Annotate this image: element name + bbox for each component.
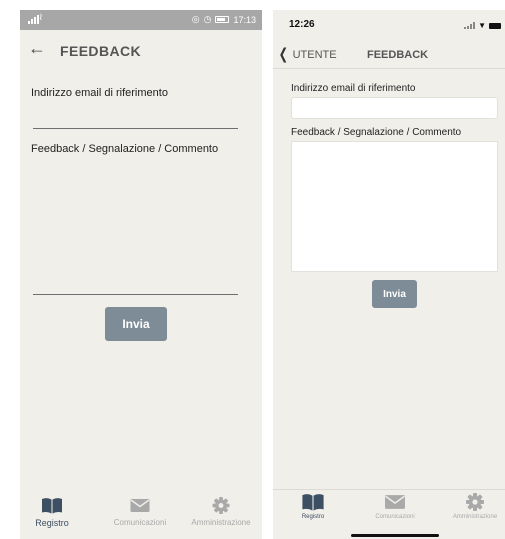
tab-bar: Registro Comunicazioni Amministrazione <box>20 494 262 539</box>
tab-label: Comunicazioni <box>113 518 167 527</box>
signal-icon <box>28 14 39 24</box>
tab-label: Registro <box>35 518 69 528</box>
gear-icon <box>466 493 484 511</box>
home-indicator[interactable] <box>351 534 439 537</box>
back-button[interactable]: ❮ UTENTE <box>277 47 337 62</box>
ios-screen: 12:26 ▼ ❮ UTENTE FEEDBACK Indirizzo emai… <box>273 10 505 539</box>
email-field[interactable] <box>291 97 498 119</box>
battery-icon <box>489 22 501 29</box>
page-title: FEEDBACK <box>60 43 141 59</box>
navigation-bar: ❮ UTENTE FEEDBACK <box>273 41 505 69</box>
feedback-textarea[interactable] <box>33 165 238 295</box>
signal-icon <box>464 22 476 29</box>
tab-label: Amministrazione <box>191 518 251 527</box>
tab-label: Registro <box>301 514 325 520</box>
submit-button[interactable]: Invia <box>372 280 417 308</box>
tab-label: Comunicazioni <box>375 514 415 520</box>
feedback-label: Feedback / Segnalazione / Commento <box>291 127 462 138</box>
email-field[interactable] <box>33 108 238 129</box>
android-screen: ≀ ◎ ◷ 17:13 ← FEEDBACK Indirizzo email d… <box>20 10 262 539</box>
wifi-icon: ▼ <box>478 21 486 30</box>
gear-icon <box>212 497 230 514</box>
book-icon <box>302 494 324 511</box>
tab-registro[interactable]: Registro <box>293 490 333 530</box>
feedback-textarea[interactable] <box>291 141 498 272</box>
wifi-icon: ≀ <box>39 12 43 23</box>
status-time: 17:13 <box>233 14 256 25</box>
email-label: Indirizzo email di riferimento <box>291 83 416 94</box>
ios-status-bar: 12:26 ▼ <box>273 10 505 40</box>
email-label: Indirizzo email di riferimento <box>31 87 168 99</box>
submit-button[interactable]: Invia <box>105 307 167 341</box>
feedback-label: Feedback / Segnalazione / Commento <box>31 143 219 155</box>
tab-amministrazione[interactable]: Amministrazione <box>182 494 260 539</box>
tab-label: Amministrazione <box>452 514 498 520</box>
envelope-icon <box>385 495 405 509</box>
status-time: 12:26 <box>289 19 315 30</box>
vibrate-icon: ◎ <box>191 14 200 24</box>
tab-registro[interactable]: Registro <box>20 494 84 539</box>
book-icon <box>42 498 62 514</box>
tab-comunicazioni[interactable]: Comunicazioni <box>102 494 178 539</box>
tab-bar: Registro Comunicazioni Amministrazione <box>273 489 505 539</box>
android-status-bar: ≀ ◎ ◷ 17:13 <box>20 10 262 30</box>
tab-amministrazione[interactable]: Amministrazione <box>445 490 505 530</box>
app-header: ← FEEDBACK <box>20 30 262 72</box>
arrow-left-icon[interactable]: ← <box>26 38 48 59</box>
page-title: FEEDBACK <box>367 49 429 61</box>
back-label: UTENTE <box>292 48 337 61</box>
envelope-icon <box>130 499 150 512</box>
chevron-left-icon: ❮ <box>278 46 289 63</box>
alarm-icon: ◷ <box>203 14 212 24</box>
tab-comunicazioni[interactable]: Comunicazioni <box>363 490 427 530</box>
battery-icon <box>215 16 230 23</box>
